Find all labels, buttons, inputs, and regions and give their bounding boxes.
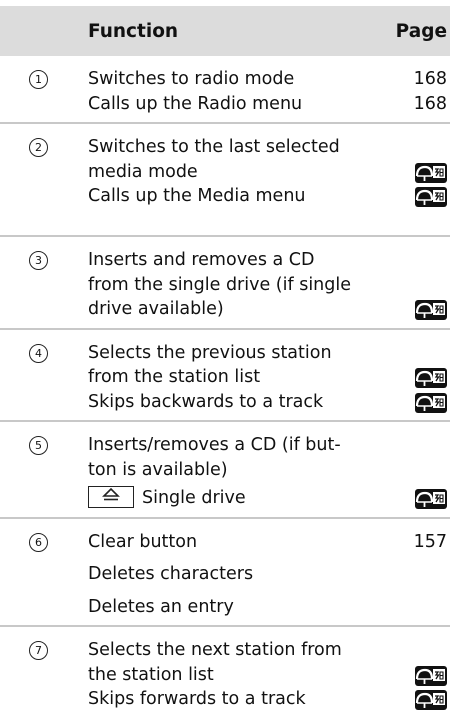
function-text: Calls up the Radio menu — [88, 93, 303, 114]
eject-icon — [102, 487, 120, 501]
function-table: Function Page 1 Switches to radio mode C… — [0, 6, 450, 718]
function-text: Single drive — [88, 486, 388, 511]
function-text: Skips forwards to a track — [88, 689, 306, 709]
circled-number: 7 — [29, 641, 48, 660]
function-text: ton is available) — [88, 459, 228, 480]
function-text: Selects the next station from — [88, 640, 342, 660]
navigation-icon — [415, 368, 447, 388]
page-cell: 168 168 — [388, 56, 450, 123]
table-row: 4 Selects the previous station from the … — [0, 329, 450, 422]
page-ref-empty — [388, 248, 447, 273]
header-number — [0, 6, 70, 56]
page-ref-empty — [388, 341, 447, 366]
function-cell: Switches to the last selected media mode… — [70, 123, 388, 236]
page-cell — [388, 236, 450, 329]
circled-number: 6 — [29, 532, 48, 552]
function-text: Selects the previous station — [88, 342, 332, 363]
page-cell — [388, 123, 450, 236]
page-ref — [388, 160, 447, 185]
page-ref-empty — [388, 135, 447, 160]
function-text: Switches to radio mode — [88, 69, 295, 89]
table-header-row: Function Page — [0, 6, 450, 56]
table-row: 5 Inserts/removes a CD (if but- ton is a… — [0, 421, 450, 518]
circled-number: 3 — [29, 251, 48, 270]
table-row: 7 Selects the next station from the stat… — [0, 626, 450, 718]
row-number-cell: 3 — [0, 236, 70, 329]
function-cell: Clear button Deletes characters Deletes … — [70, 518, 388, 627]
page-ref — [388, 297, 447, 322]
function-cell: Inserts/removes a CD (if but- ton is ava… — [70, 421, 388, 518]
function-text: Inserts and removes a CD — [88, 250, 315, 270]
function-cell: Switches to radio mode Calls up the Radi… — [70, 56, 388, 123]
table-row: 3 Inserts and removes a CD from the sing… — [0, 236, 450, 329]
navigation-icon — [415, 162, 447, 183]
page-ref-empty — [388, 458, 447, 483]
function-text: Clear button — [88, 531, 198, 552]
function-text: from the single drive (if single — [88, 274, 352, 295]
table-row: 1 Switches to radio mode Calls up the Ra… — [0, 56, 450, 123]
page-ref — [388, 663, 447, 688]
function-text: drive available) — [88, 299, 224, 319]
page-cell — [388, 421, 450, 518]
row-number-cell: 4 — [0, 329, 70, 422]
function-text: from the station list — [88, 367, 261, 387]
function-cell: Selects the next station from the statio… — [70, 626, 388, 718]
table-row: 2 Switches to the last selected media mo… — [0, 123, 450, 236]
function-cell: Selects the previous station from the st… — [70, 329, 388, 422]
page-ref — [388, 184, 447, 209]
page-ref — [388, 365, 447, 390]
row-number-cell: 7 — [0, 626, 70, 718]
page-ref-empty — [388, 273, 447, 298]
eject-key — [88, 486, 134, 508]
function-text: Deletes an entry — [88, 596, 234, 617]
circled-number: 1 — [29, 70, 48, 89]
navigation-icon — [415, 690, 447, 710]
row-number-cell: 1 — [0, 56, 70, 123]
page-ref: 168 — [413, 69, 447, 89]
function-text: the station list — [88, 664, 214, 685]
function-text: Inserts/removes a CD (if but- — [88, 435, 341, 455]
page-ref — [388, 390, 447, 415]
page-ref: 168 — [413, 93, 447, 114]
header-function: Function — [88, 20, 179, 42]
row-number-cell: 2 — [0, 123, 70, 236]
function-text: Switches to the last selected — [88, 137, 340, 157]
key-label: Single drive — [142, 488, 246, 508]
function-cell: Inserts and removes a CD from the single… — [70, 236, 388, 329]
row-number-cell: 5 — [0, 421, 70, 518]
circled-number: 4 — [29, 343, 48, 363]
page-ref: 157 — [413, 531, 447, 552]
page-ref — [388, 687, 447, 712]
page-ref-empty — [388, 638, 447, 663]
row-number-cell: 6 — [0, 518, 70, 627]
page-ref-empty — [388, 433, 447, 458]
navigation-icon — [415, 489, 447, 509]
function-text: Deletes characters — [88, 564, 254, 584]
function-text: Calls up the Media menu — [88, 186, 306, 206]
page-ref — [388, 486, 447, 511]
circled-number: 2 — [29, 138, 48, 157]
navigation-icon — [415, 187, 447, 207]
header-page: Page — [395, 20, 447, 42]
function-text: Skips backwards to a track — [88, 391, 324, 412]
navigation-icon — [415, 300, 447, 320]
table-row: 6 Clear button Deletes characters Delete… — [0, 518, 450, 627]
function-text: media mode — [88, 161, 198, 182]
navigation-icon — [415, 665, 447, 686]
page-cell: 157 — [388, 518, 450, 627]
page-cell — [388, 626, 450, 718]
circled-number: 5 — [29, 436, 48, 455]
page-cell — [388, 329, 450, 422]
navigation-icon — [415, 392, 447, 413]
